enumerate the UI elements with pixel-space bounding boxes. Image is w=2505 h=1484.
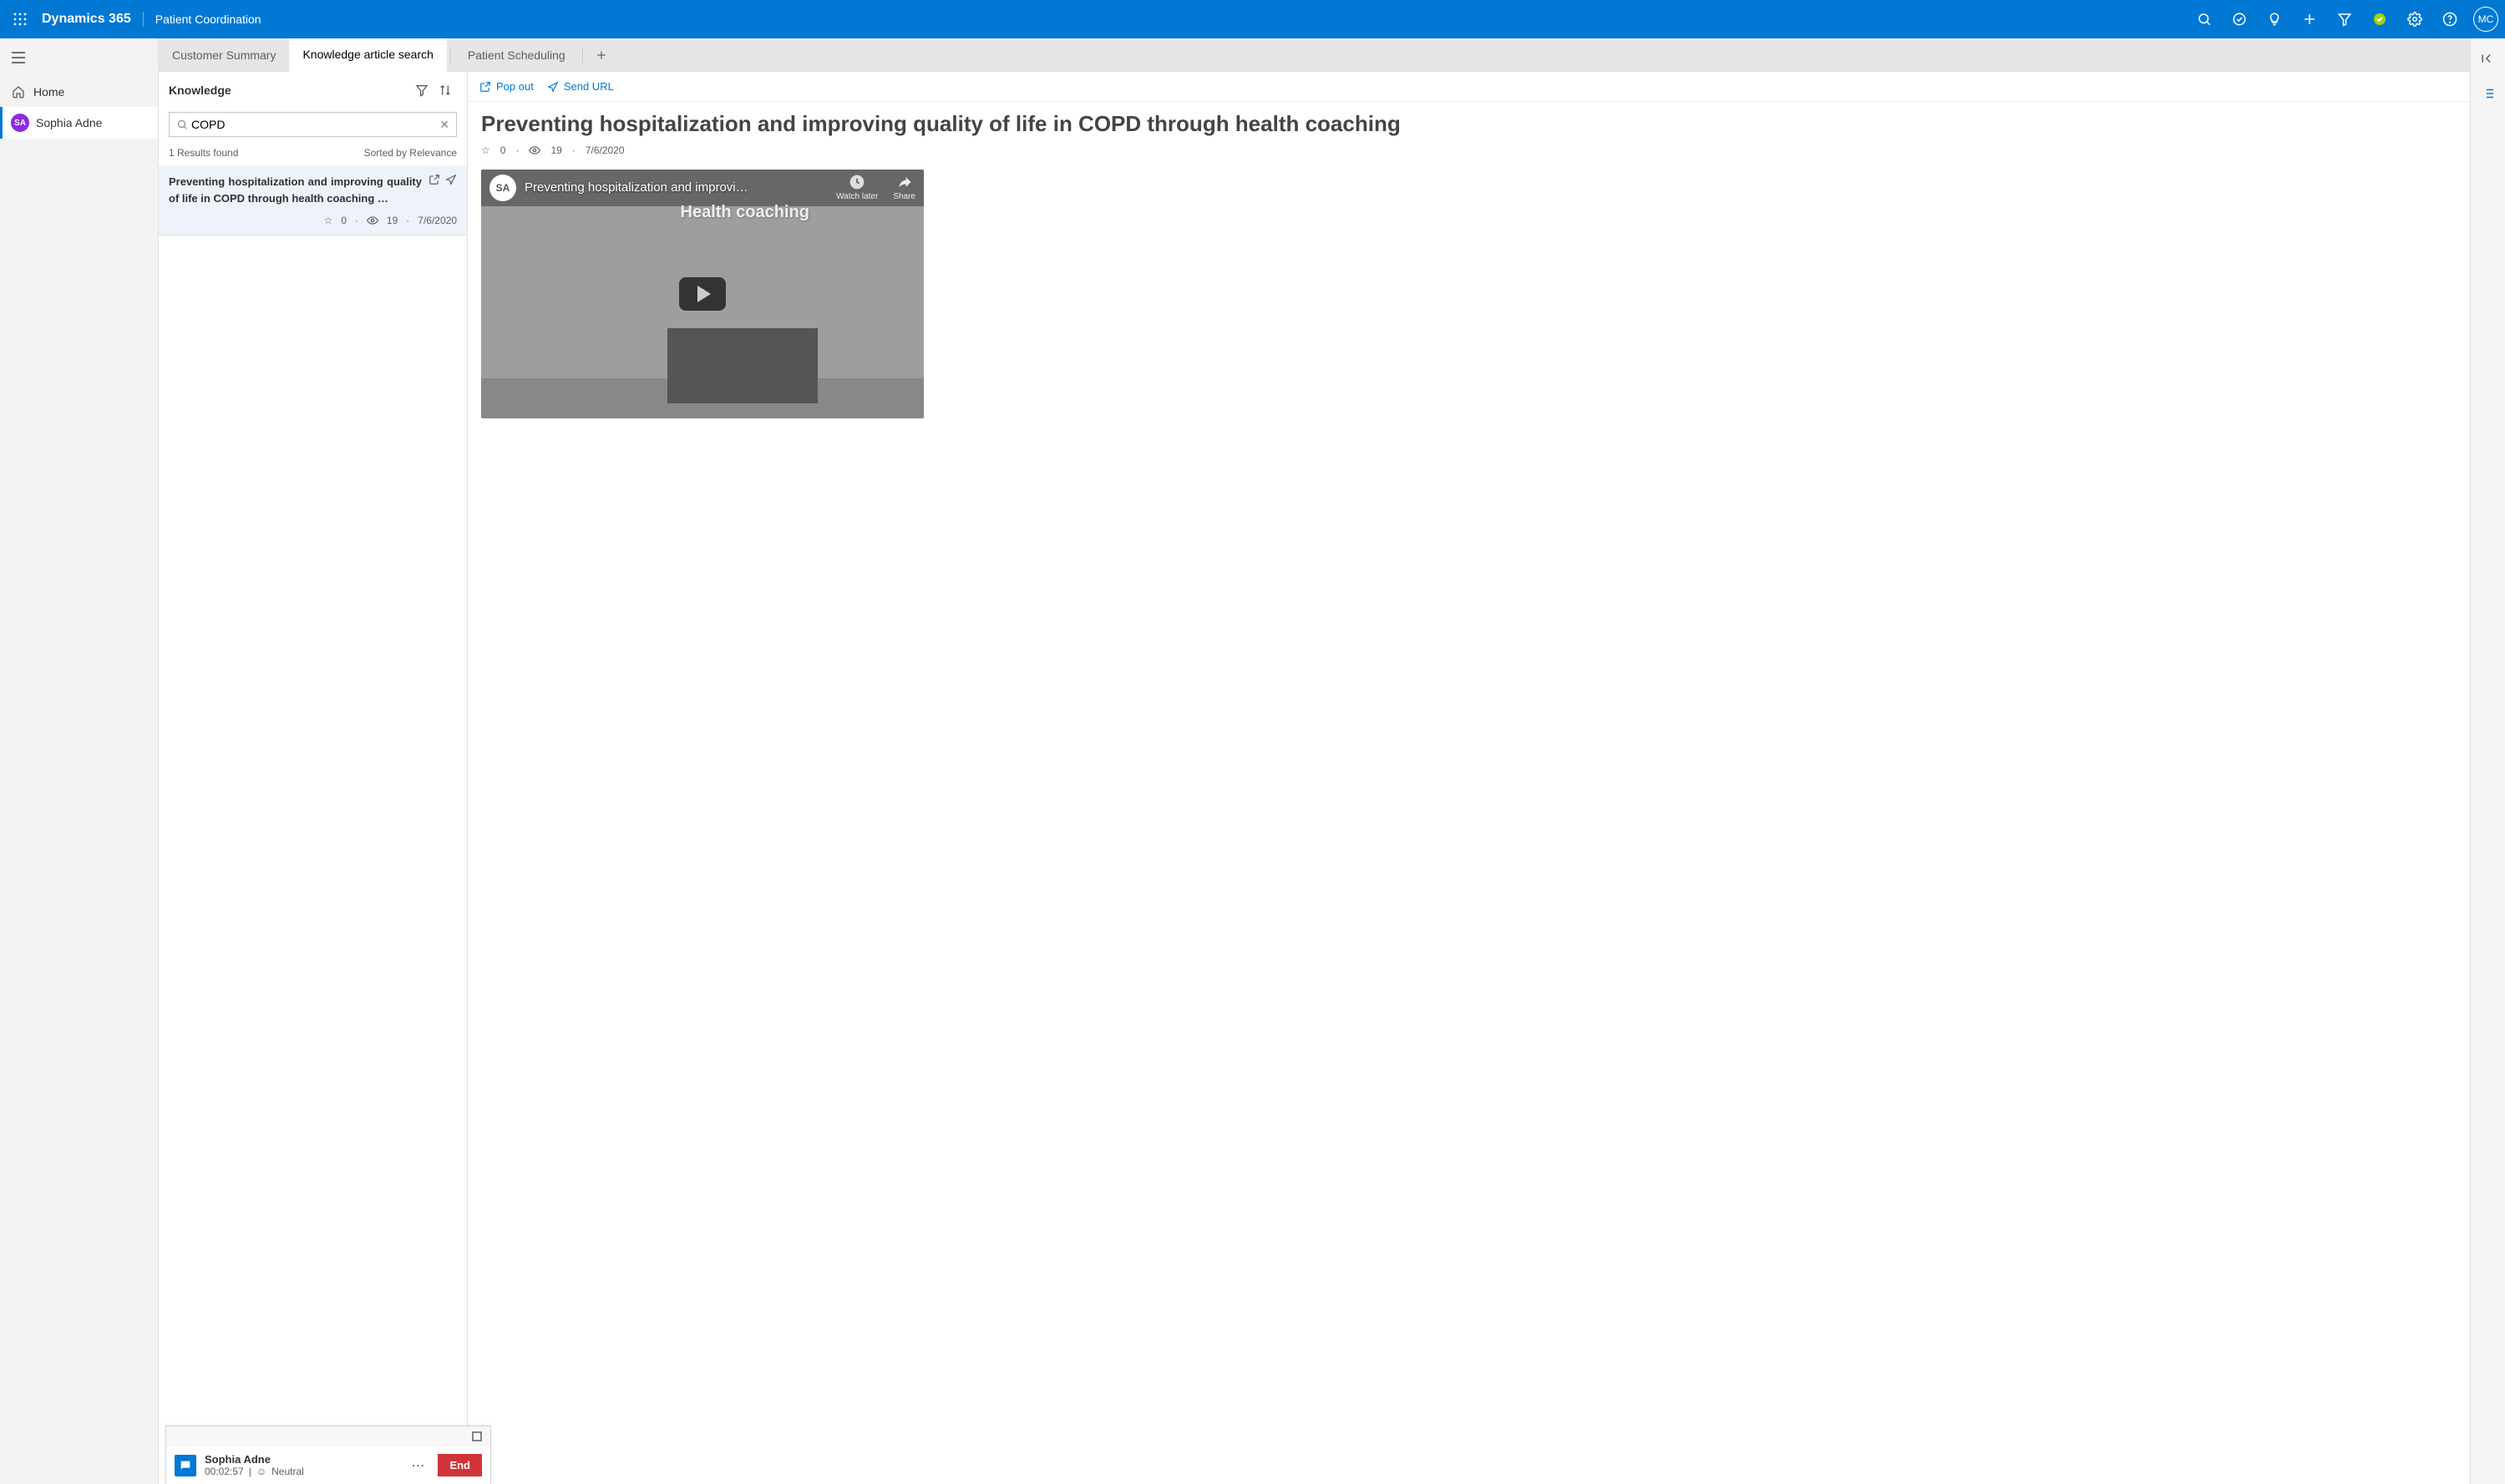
send-icon[interactable] [445,174,457,185]
star-icon: ☆ [481,144,490,156]
result-rating: 0 [341,215,347,226]
more-icon[interactable]: ⋯ [406,1457,429,1474]
session-sentiment: Neutral [271,1466,304,1477]
session-name: Sophia Adne [36,116,102,129]
tab-strip: Customer Summary Knowledge article searc… [159,38,2470,72]
maximize-icon[interactable] [472,1431,482,1441]
eye-icon [529,144,540,156]
tab-patient-scheduling[interactable]: Patient Scheduling [454,38,579,72]
knowledge-search-input[interactable] [188,114,439,134]
result-views: 19 [387,215,398,226]
video-avatar: SA [489,175,516,201]
article-rating: 0 [500,144,506,156]
results-count: 1 Results found [169,147,238,159]
sidebar-item-home[interactable]: Home [0,77,158,107]
app-title: Dynamics 365 [42,12,144,27]
session-widget: Sophia Adne 00:02:57 | ☺ Neutral ⋯ End [165,1426,491,1484]
knowledge-panel: Knowledge ✕ 1 Results found Sorted by Re… [159,72,468,1484]
knowledge-search-box[interactable]: ✕ [169,112,457,137]
header-actions: MC [2188,3,2498,36]
sidebar-session[interactable]: SA Sophia Adne [0,107,158,139]
share-icon[interactable]: Share [893,174,915,201]
funnel-icon[interactable] [2328,3,2361,36]
main-area: Customer Summary Knowledge article searc… [159,38,2470,1484]
top-header: Dynamics 365 Patient Coordination MC [0,0,2505,38]
right-rail [2470,38,2505,1484]
user-avatar[interactable]: MC [2473,7,2498,32]
gear-icon[interactable] [2398,3,2431,36]
article-title: Preventing hospitalization and improving… [481,110,2457,138]
article-date: 7/6/2020 [586,144,625,156]
popout-button[interactable]: Pop out [479,80,534,93]
clear-icon[interactable]: ✕ [439,118,449,132]
tab-separator [450,47,451,63]
popout-icon[interactable] [428,174,440,185]
article-views: 19 [550,144,561,156]
tab-add-button[interactable] [586,49,616,61]
filter-icon[interactable] [410,79,434,102]
watch-later-icon[interactable]: Watch later [836,174,878,201]
tab-knowledge-search[interactable]: Knowledge article search [289,38,446,72]
lightbulb-icon[interactable] [2258,3,2291,36]
video-scene-text: Health coaching [681,203,809,222]
plus-icon[interactable] [2293,3,2326,36]
sidebar-home-label: Home [33,85,64,99]
left-sidebar: Home SA Sophia Adne [0,38,159,1484]
hamburger-icon[interactable] [0,38,158,77]
tab-customer-summary[interactable]: Customer Summary [159,38,289,72]
sort-label: Sorted by Relevance [364,147,457,159]
chat-icon [175,1455,196,1476]
presence-icon[interactable] [2363,3,2396,36]
popout-label: Pop out [496,80,534,93]
task-icon[interactable] [2223,3,2256,36]
video-title: Preventing hospitalization and improvi… [525,180,828,195]
sentiment-icon: ☺ [256,1466,266,1477]
video-player[interactable]: Health coaching SA Preventing hospitaliz… [481,170,924,418]
knowledge-result[interactable]: Preventing hospitalization and improving… [159,165,467,236]
knowledge-title: Knowledge [169,84,410,97]
result-title: Preventing hospitalization and improving… [169,174,422,206]
collapse-icon[interactable] [2477,47,2500,70]
session-avatar: SA [11,114,29,132]
tab-separator [582,47,583,63]
eye-icon [367,215,378,226]
end-button[interactable]: End [438,1454,482,1476]
play-icon[interactable] [679,277,726,311]
sendurl-button[interactable]: Send URL [547,80,614,93]
session-timer: 00:02:57 [205,1466,244,1477]
help-icon[interactable] [2433,3,2467,36]
star-icon: ☆ [323,215,332,226]
app-subtitle: Patient Coordination [155,13,261,26]
search-icon [176,119,188,130]
app-launcher-icon[interactable] [7,6,33,33]
session-widget-name: Sophia Adne [205,1453,398,1466]
result-date: 7/6/2020 [418,215,457,226]
home-icon [12,85,25,99]
sendurl-label: Send URL [564,80,614,93]
productivity-icon[interactable] [2477,82,2500,105]
sort-icon[interactable] [434,79,457,102]
article-view: Pop out Send URL Preventing hospitalizat… [468,72,2470,1484]
search-icon[interactable] [2188,3,2221,36]
